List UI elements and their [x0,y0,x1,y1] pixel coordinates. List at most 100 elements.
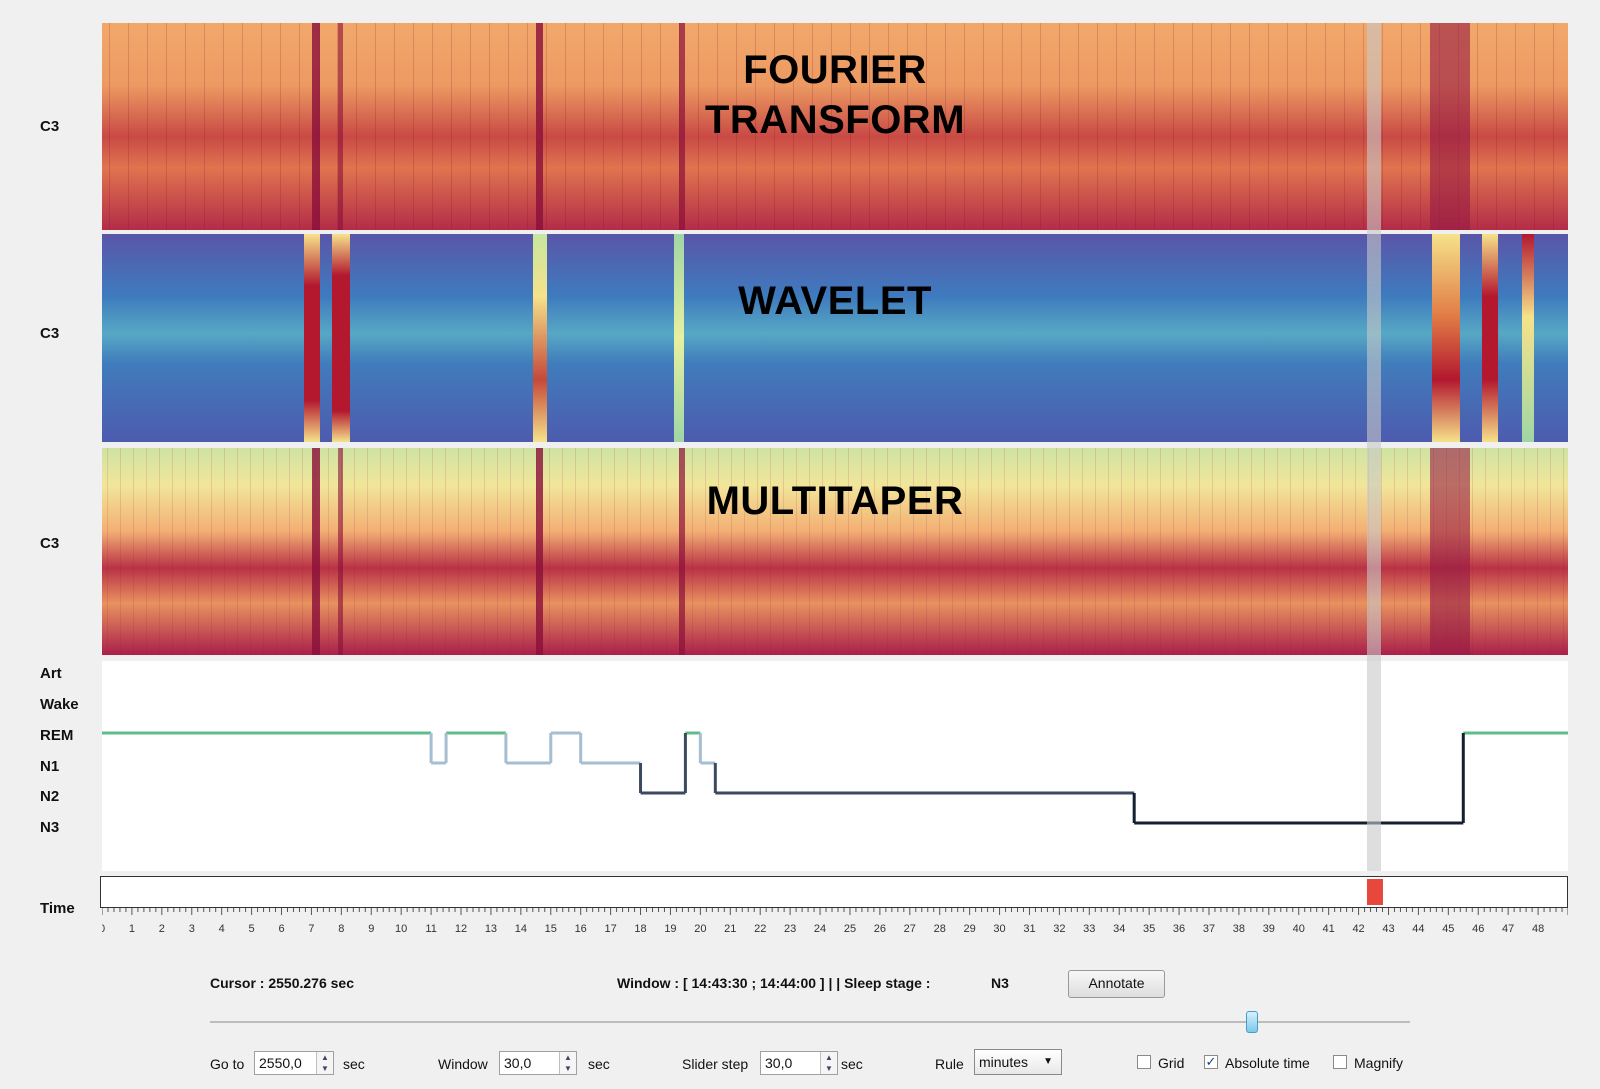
wavelet-title: WAVELET [738,279,932,323]
stage-label-art: Art [40,665,62,682]
stage-label-n2: N2 [40,788,60,805]
window-unit: sec [588,1056,610,1072]
time-tick-label: 12 [455,923,467,935]
chevron-down-icon: ▼ [1043,1056,1053,1067]
time-tick-label: 38 [1233,923,1245,935]
absolute-time-checkbox[interactable]: ✓ [1204,1055,1218,1069]
time-tick-label: 28 [934,923,946,935]
cursor-line[interactable] [1366,23,1381,871]
time-tick-label: 42 [1352,923,1364,935]
time-tick-label: 16 [575,923,587,935]
time-tick-label: 10 [395,923,407,935]
channel-label-fourier: C3 [40,118,60,135]
time-tick-label: 14 [515,923,527,935]
channel-label-multitaper: C3 [40,535,60,552]
window-slider-handle[interactable] [1245,1011,1258,1033]
artifact-band [533,234,547,442]
time-tick-label: 46 [1472,923,1484,935]
hypnogram-plot [102,731,1568,825]
time-tick-label: 40 [1293,923,1305,935]
time-tick-label: 3 [189,923,195,935]
slider-step-unit: sec [841,1056,863,1072]
window-slider-track[interactable] [210,1021,1410,1023]
time-tick-label: 1 [129,923,135,935]
slider-step-input[interactable]: 30,0 ▲ ▼ [760,1051,838,1075]
magnify-label: Magnify [1354,1055,1404,1071]
goto-label: Go to [210,1056,245,1072]
stage-label-wake: Wake [40,696,79,713]
rule-select[interactable]: minutes ▼ [974,1049,1062,1075]
time-axis: 0123456789101112131415161718192021222324… [102,908,1568,935]
wavelet-spectrogram[interactable]: WAVELET [102,234,1568,442]
time-tick-label: 5 [249,923,255,935]
goto-unit: sec [343,1056,365,1072]
artifact-band [1522,234,1534,442]
time-tick-label: 43 [1382,923,1394,935]
time-tick-label: 33 [1083,923,1095,935]
time-label: Time [40,900,75,917]
time-tick-label: 31 [1023,923,1035,935]
multitaper-spectrogram[interactable]: MULTITAPER [102,448,1568,655]
grid-checkbox[interactable] [1137,1055,1151,1069]
magnify-checkbox[interactable] [1333,1055,1347,1069]
time-tick-label: 15 [545,923,557,935]
artifact-band [1482,234,1498,442]
stage-label-rem: REM [40,727,74,744]
slider-step-spin-arrows-icon[interactable]: ▲ ▼ [820,1052,837,1074]
time-tick-label: 18 [634,923,646,935]
window-input[interactable]: 30,0 ▲ ▼ [499,1051,577,1075]
channel-label-wavelet: C3 [40,325,60,342]
absolute-time-label: Absolute time [1225,1055,1310,1071]
time-tick-label: 20 [694,923,706,935]
time-tick-label: 37 [1203,923,1215,935]
window-spin-arrows-icon[interactable]: ▲ ▼ [559,1052,576,1074]
window-readout: Window : [ 14:43:30 ; 14:44:00 ] | | Sle… [617,975,931,991]
time-tick-label: 26 [874,923,886,935]
annotate-button[interactable]: Annotate [1068,970,1165,998]
time-tick-label: 36 [1173,923,1185,935]
time-tick-label: 4 [219,923,225,935]
time-tick-label: 0 [102,923,105,935]
time-tick-label: 11 [425,923,436,935]
time-tick-label: 30 [993,923,1005,935]
time-tick-label: 24 [814,923,826,935]
time-tick-label: 22 [754,923,766,935]
time-tick-label: 44 [1412,923,1424,935]
time-tick-label: 45 [1442,923,1454,935]
time-tick-label: 2 [159,923,165,935]
time-tick-label: 21 [724,923,736,935]
time-tick-label: 29 [964,923,976,935]
sleep-stage-value: N3 [991,975,1009,991]
time-tick-label: 6 [278,923,284,935]
fourier-spectrogram[interactable]: FOURIER TRANSFORM [102,23,1568,230]
time-tick-label: 35 [1143,923,1155,935]
artifact-band [1432,234,1460,442]
time-tick-label: 19 [664,923,676,935]
stage-label-n3: N3 [40,819,60,836]
stage-label-n1: N1 [40,758,60,775]
time-tick-label: 7 [308,923,314,935]
time-tick-label: 8 [338,923,344,935]
time-tick-label: 9 [368,923,374,935]
time-overview-bar[interactable] [100,876,1568,908]
window-label: Window [438,1056,488,1072]
grid-label: Grid [1158,1055,1185,1071]
time-tick-label: 32 [1053,923,1065,935]
multitaper-title: MULTITAPER [706,479,964,523]
goto-spin-arrows-icon[interactable]: ▲ ▼ [316,1052,333,1074]
slider-step-label: Slider step [682,1056,749,1072]
goto-input[interactable]: 2550,0 ▲ ▼ [254,1051,334,1075]
cursor-readout: Cursor : 2550.276 sec [210,975,354,991]
hypnogram[interactable] [102,661,1568,871]
time-tick-label: 41 [1323,923,1335,935]
rule-label: Rule [935,1056,964,1072]
time-tick-label: 47 [1502,923,1514,935]
time-tick-label: 34 [1113,923,1125,935]
artifact-band [674,234,684,442]
time-tick-label: 17 [604,923,616,935]
time-tick-label: 27 [904,923,916,935]
current-window-marker[interactable] [1366,879,1383,905]
time-tick-label: 25 [844,923,856,935]
time-tick-label: 23 [784,923,796,935]
time-tick-label: 48 [1532,923,1544,935]
